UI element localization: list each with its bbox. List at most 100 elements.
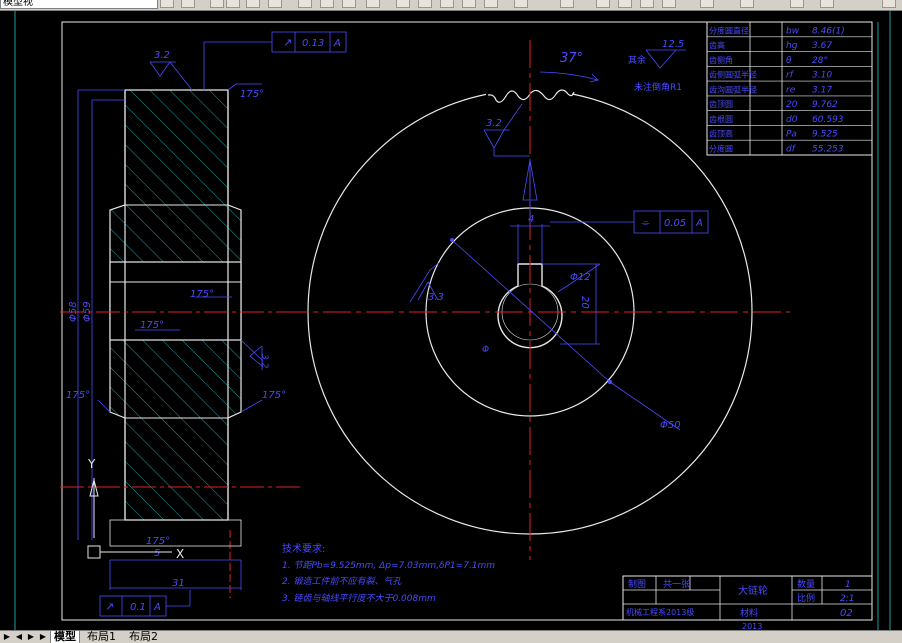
- tab-prev-icon[interactable]: ◀: [14, 631, 24, 643]
- open-icon[interactable]: [246, 0, 260, 8]
- zoom-window-icon[interactable]: [484, 0, 498, 8]
- title-block: 制图 共一张 大链轮 数量 1 比例 2:1 机械工程系2013级 材料 02 …: [622, 575, 873, 631]
- roughness-symbol-mid: [483, 129, 505, 149]
- angle-label-6: 175°: [146, 536, 170, 547]
- param-label-7: 齿根圆: [709, 114, 733, 124]
- tech-req-title: 技术要求:: [282, 542, 325, 555]
- drawing-number: 02: [840, 608, 853, 619]
- copy-icon[interactable]: [320, 0, 334, 8]
- pan-icon[interactable]: [440, 0, 454, 8]
- table-style-icon[interactable]: [790, 0, 804, 8]
- unit-name: 机械工程系2013级: [626, 607, 694, 617]
- param-symbol-2: hg: [786, 41, 798, 51]
- param-label-6: 齿顶圆: [709, 100, 733, 109]
- dim-20-label: 20: [579, 296, 590, 309]
- roughness-top-value: 3.2: [154, 50, 170, 61]
- roughness-side-value: 3.2: [259, 354, 269, 369]
- layer-states-icon[interactable]: [160, 0, 174, 8]
- param-label-4: 齿侧圆弧半径: [709, 70, 757, 80]
- roughness-corner-value: 12.5: [662, 39, 684, 50]
- drawing-svg: ↗ 0.13 A 3.2 175° 175° 175° 175° 175° 17…: [14, 11, 891, 631]
- tolerance-top-datum: A: [333, 38, 341, 49]
- roughness-corner-note: 其余: [628, 54, 646, 66]
- param-value-3: 28°: [812, 56, 828, 66]
- tab-layout2[interactable]: 布局2: [126, 631, 161, 643]
- part-name: 大链轮: [738, 584, 768, 597]
- angle-label-2: 175°: [190, 289, 214, 300]
- tab-next-icon[interactable]: ▶: [26, 631, 36, 643]
- tolerance-top-value: 0.13: [302, 38, 324, 49]
- tab-first-icon[interactable]: ▶: [2, 631, 12, 643]
- param-symbol-1: bw: [786, 26, 800, 36]
- toolbar: 模型视: [0, 0, 902, 11]
- param-symbol-4: rf: [786, 71, 795, 81]
- layers-panel-icon[interactable]: [882, 0, 896, 8]
- param-value-8: 9.525: [812, 130, 838, 140]
- param-symbol-6: 20: [786, 100, 798, 110]
- properties-icon[interactable]: [560, 0, 574, 8]
- tolerance-bottom-symbol: ↗: [105, 600, 114, 613]
- tech-req-line-2: 2. 锻造工件前不应有裂、气孔: [282, 576, 402, 587]
- unmarked-chamfer-note: 未注倒角R1: [634, 81, 682, 93]
- tool-palettes-icon[interactable]: [618, 0, 632, 8]
- zoom-previous-icon[interactable]: [514, 0, 528, 8]
- calculator-icon[interactable]: [662, 0, 676, 8]
- param-value-5: 3.17: [812, 85, 832, 95]
- ucs-origin: [87, 545, 101, 559]
- angle-label-5: 175°: [262, 390, 286, 401]
- multileader-icon[interactable]: [820, 0, 834, 8]
- layer-combo[interactable]: 模型视: [0, 0, 158, 9]
- param-symbol-5: re: [786, 85, 796, 95]
- qty-value: 1: [845, 580, 851, 590]
- dim-keyway-label: 4: [528, 214, 534, 225]
- angle-label-3: 175°: [140, 320, 164, 331]
- tolerance-top-symbol: ↗: [283, 36, 292, 49]
- tech-req-line-3: 3. 链齿与轴线平行度不大于0.008mm: [282, 593, 436, 604]
- design-center-icon[interactable]: [596, 0, 610, 8]
- param-value-9: 55.253: [812, 145, 844, 155]
- param-value-6: 9.762: [812, 100, 838, 110]
- dim-phi-small-label: Φ: [482, 345, 489, 355]
- pitch-angle-label: 37°: [560, 51, 583, 66]
- roughness-symbol-top: [149, 61, 171, 77]
- new-icon[interactable]: [226, 0, 240, 8]
- param-symbol-7: d0: [786, 115, 798, 125]
- param-symbol-3: θ: [786, 56, 792, 66]
- layer-manager-icon[interactable]: [181, 0, 195, 8]
- ucs-x-label: X: [176, 547, 184, 561]
- paste-icon[interactable]: [342, 0, 356, 8]
- print-icon[interactable]: [268, 0, 282, 8]
- tech-req-line-1: 1. 节距Pb=9.525mm, Δp=7.03mm,δP1=7.1mm: [282, 560, 495, 571]
- angle-label-1: 175°: [240, 89, 264, 100]
- match-properties-icon[interactable]: [366, 0, 380, 8]
- tab-model[interactable]: 模型: [50, 631, 80, 643]
- markup-icon[interactable]: [640, 0, 654, 8]
- drawing-canvas[interactable]: ↗ 0.13 A 3.2 175° 175° 175° 175° 175° 17…: [0, 11, 902, 631]
- tab-last-icon[interactable]: ▶: [38, 631, 48, 643]
- save-icon[interactable]: [210, 0, 224, 8]
- undo-icon[interactable]: [396, 0, 410, 8]
- scale-value: 2:1: [840, 594, 854, 604]
- designer-label: 制图: [628, 578, 646, 590]
- zoom-realtime-icon[interactable]: [462, 0, 476, 8]
- dim-r-label: 3.3: [428, 292, 444, 303]
- tab-layout1[interactable]: 布局1: [84, 631, 119, 643]
- dim-5-label: 5: [154, 548, 160, 559]
- text-style-icon[interactable]: [700, 0, 714, 8]
- param-label-1: 分度圆直径: [709, 25, 749, 35]
- layout-tabs-bar: ▶ ◀ ▶ ▶ 模型 布局1 布局2: [0, 630, 902, 643]
- param-value-1: 8.46(1): [812, 26, 845, 36]
- param-label-8: 齿顶高: [709, 129, 733, 139]
- cut-icon[interactable]: [298, 0, 312, 8]
- param-value-7: 60.593: [812, 115, 844, 125]
- qty-label: 数量: [797, 578, 815, 590]
- dim-style-icon[interactable]: [740, 0, 754, 8]
- tolerance-right-value: 0.05: [664, 218, 686, 229]
- tolerance-right-symbol: ⌯: [641, 216, 650, 229]
- param-label-9: 分度圆: [709, 144, 733, 154]
- param-value-2: 3.67: [812, 41, 832, 51]
- dim-phi12-label: Φ12: [570, 272, 591, 283]
- redo-icon[interactable]: [418, 0, 432, 8]
- dim-root-label: Φ59: [82, 301, 93, 322]
- material-label: 材料: [740, 607, 758, 619]
